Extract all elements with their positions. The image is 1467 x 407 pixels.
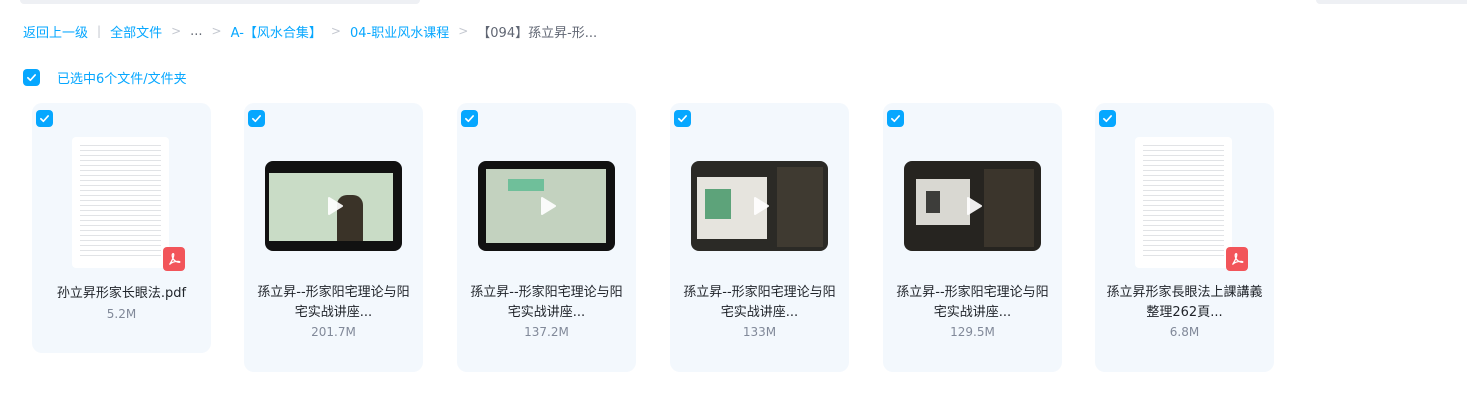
file-card[interactable]: 孫立昇--形家阳宅理论与阳宅实战讲座... 201.7M bbox=[244, 103, 423, 372]
play-icon bbox=[540, 197, 556, 215]
file-size: 133M bbox=[742, 325, 777, 339]
checkmark-icon bbox=[252, 115, 261, 123]
file-checkbox[interactable] bbox=[1099, 110, 1116, 127]
breadcrumb-all-files[interactable]: 全部文件 bbox=[110, 22, 162, 41]
video-thumbnail bbox=[265, 161, 402, 251]
file-name[interactable]: 孫立昇--形家阳宅理论与阳宅实战讲座... bbox=[891, 283, 1054, 323]
file-size: 6.8M bbox=[1169, 325, 1200, 339]
file-size: 5.2M bbox=[106, 307, 137, 321]
file-card[interactable]: 孫立昇--形家阳宅理论与阳宅实战讲座... 137.2M bbox=[457, 103, 636, 372]
file-checkbox[interactable] bbox=[248, 110, 265, 127]
pdf-file-icon bbox=[163, 247, 185, 271]
video-thumbnail bbox=[904, 161, 1041, 251]
breadcrumb-current: 【094】孫立昇-形... bbox=[477, 25, 598, 41]
breadcrumb-ellipsis[interactable]: ... bbox=[190, 24, 202, 39]
breadcrumb: 返回上一级 | 全部文件 > ... > A-【风水合集】 > 04-职业风水课… bbox=[23, 21, 597, 41]
checkmark-icon bbox=[891, 115, 900, 123]
play-icon bbox=[966, 197, 982, 215]
file-size: 129.5M bbox=[950, 325, 995, 339]
breadcrumb-divider: | bbox=[97, 24, 102, 38]
breadcrumb-chevron-icon: > bbox=[171, 24, 182, 38]
select-all-checkbox[interactable] bbox=[23, 69, 40, 86]
breadcrumb-level2[interactable]: 04-职业风水课程 bbox=[350, 22, 449, 41]
play-icon bbox=[753, 197, 769, 215]
video-thumbnail bbox=[478, 161, 615, 251]
video-thumbnail bbox=[691, 161, 828, 251]
select-all-row: 已选中6个文件/文件夹 bbox=[23, 68, 187, 87]
file-name[interactable]: 孫立昇形家長眼法上課講義整理262頁... bbox=[1103, 283, 1266, 323]
checkmark-icon bbox=[1103, 115, 1112, 123]
checkmark-icon bbox=[678, 115, 687, 123]
file-checkbox[interactable] bbox=[461, 110, 478, 127]
pdf-file-icon bbox=[1226, 247, 1248, 271]
file-name[interactable]: 孫立昇--形家阳宅理论与阳宅实战讲座... bbox=[252, 283, 415, 323]
file-card[interactable]: 孙立昇形家长眼法.pdf 5.2M bbox=[32, 103, 211, 353]
checkmark-icon bbox=[27, 74, 36, 82]
file-size: 137.2M bbox=[524, 325, 569, 339]
play-icon bbox=[327, 197, 343, 215]
breadcrumb-chevron-icon: > bbox=[211, 24, 222, 38]
top-toolbar-edge-right bbox=[1316, 0, 1467, 4]
selection-count-label: 已选中6个文件/文件夹 bbox=[57, 72, 187, 87]
document-thumbnail bbox=[72, 137, 169, 268]
file-name[interactable]: 孙立昇形家长眼法.pdf bbox=[40, 284, 203, 304]
checkmark-icon bbox=[465, 115, 474, 123]
file-checkbox[interactable] bbox=[36, 110, 53, 127]
file-card[interactable]: 孫立昇--形家阳宅理论与阳宅实战讲座... 129.5M bbox=[883, 103, 1062, 372]
document-thumbnail bbox=[1135, 137, 1232, 268]
file-checkbox[interactable] bbox=[887, 110, 904, 127]
back-link[interactable]: 返回上一级 bbox=[23, 22, 88, 41]
file-checkbox[interactable] bbox=[674, 110, 691, 127]
breadcrumb-level1[interactable]: A-【风水合集】 bbox=[231, 22, 322, 41]
file-card[interactable]: 孫立昇--形家阳宅理论与阳宅实战讲座... 133M bbox=[670, 103, 849, 372]
breadcrumb-chevron-icon: > bbox=[330, 24, 341, 38]
file-size: 201.7M bbox=[311, 325, 356, 339]
breadcrumb-chevron-icon: > bbox=[458, 24, 469, 38]
file-card[interactable]: 孫立昇形家長眼法上課講義整理262頁... 6.8M bbox=[1095, 103, 1274, 372]
file-name[interactable]: 孫立昇--形家阳宅理论与阳宅实战讲座... bbox=[678, 283, 841, 323]
top-toolbar-edge bbox=[20, 0, 420, 4]
file-name[interactable]: 孫立昇--形家阳宅理论与阳宅实战讲座... bbox=[465, 283, 628, 323]
checkmark-icon bbox=[40, 115, 49, 123]
